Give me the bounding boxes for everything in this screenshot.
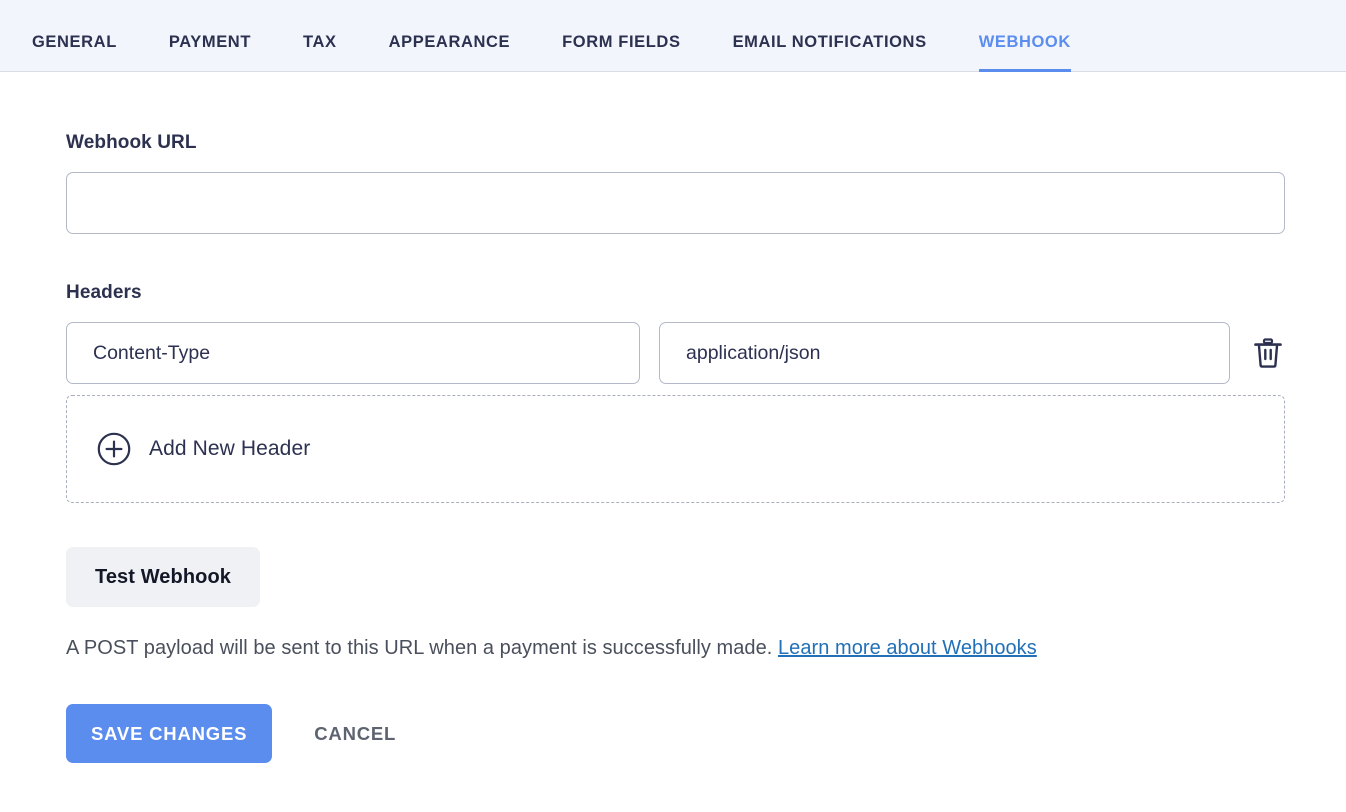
trash-icon bbox=[1254, 338, 1282, 368]
header-value-input[interactable] bbox=[659, 322, 1230, 384]
tab-general[interactable]: GENERAL bbox=[32, 33, 117, 72]
webhook-url-input[interactable] bbox=[66, 172, 1285, 234]
form-actions: Save Changes Cancel bbox=[66, 704, 1346, 763]
plus-circle-icon bbox=[97, 432, 131, 466]
test-webhook-button[interactable]: Test Webhook bbox=[66, 547, 261, 607]
settings-tab-bar: GENERAL PAYMENT TAX APPEARANCE FORM FIEL… bbox=[0, 0, 1346, 72]
add-new-header-button[interactable]: Add New Header bbox=[66, 395, 1285, 503]
webhook-description-text: A POST payload will be sent to this URL … bbox=[66, 637, 773, 659]
webhook-url-label: Webhook URL bbox=[66, 132, 197, 153]
tab-appearance[interactable]: APPEARANCE bbox=[389, 33, 511, 72]
webhook-description: A POST payload will be sent to this URL … bbox=[66, 637, 1346, 660]
headers-label: Headers bbox=[66, 282, 142, 303]
webhook-settings-panel: Webhook URL Headers Add New Header Test … bbox=[0, 132, 1346, 763]
learn-more-webhooks-link[interactable]: Learn more about Webhooks bbox=[778, 637, 1037, 659]
tab-email-notifications[interactable]: EMAIL NOTIFICATIONS bbox=[733, 33, 927, 72]
delete-header-button[interactable] bbox=[1248, 333, 1288, 373]
header-row bbox=[66, 322, 1346, 384]
add-new-header-label: Add New Header bbox=[149, 437, 311, 460]
tab-payment[interactable]: PAYMENT bbox=[169, 33, 251, 72]
tab-tax[interactable]: TAX bbox=[303, 33, 337, 72]
cancel-button[interactable]: Cancel bbox=[314, 723, 396, 745]
save-changes-button[interactable]: Save Changes bbox=[66, 704, 273, 763]
header-key-input[interactable] bbox=[66, 322, 640, 384]
tab-webhook[interactable]: WEBHOOK bbox=[978, 33, 1072, 72]
tab-form-fields[interactable]: FORM FIELDS bbox=[562, 33, 680, 72]
